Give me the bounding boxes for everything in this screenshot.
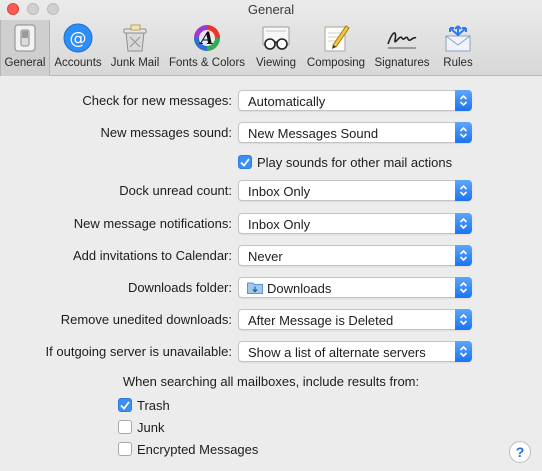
at-sign-icon: @ xyxy=(61,22,95,54)
svg-text:@: @ xyxy=(70,29,87,49)
tab-accounts[interactable]: @ Accounts xyxy=(50,20,106,76)
play-sounds-checkbox-row[interactable]: Play sounds for other mail actions xyxy=(238,152,452,172)
downloads-folder-row: Downloads folder: Downloads xyxy=(0,276,542,300)
tab-label: Viewing xyxy=(255,57,297,69)
tab-label: Signatures xyxy=(374,57,430,69)
popup-stepper-icon xyxy=(455,245,472,266)
outgoing-server-popup[interactable]: Show a list of alternate servers xyxy=(238,341,472,362)
invitations-popup[interactable]: Never xyxy=(238,245,472,266)
downloads-folder-label: Downloads folder: xyxy=(127,280,232,295)
trash-can-icon xyxy=(118,22,152,54)
sound-row: New messages sound: New Messages Sound xyxy=(0,121,542,145)
popup-stepper-icon xyxy=(455,90,472,111)
tab-rules[interactable]: Rules xyxy=(434,20,482,76)
notifications-popup[interactable]: Inbox Only xyxy=(238,213,472,234)
notifications-row: New message notifications: Inbox Only xyxy=(0,212,542,236)
popup-value: Automatically xyxy=(248,94,326,109)
trash-label: Trash xyxy=(137,397,170,413)
popup-stepper-icon xyxy=(455,309,472,330)
popup-value: Show a list of alternate servers xyxy=(248,345,426,360)
eyeglasses-icon xyxy=(259,22,293,54)
remove-downloads-row: Remove unedited downloads: After Message… xyxy=(0,308,542,332)
sound-popup[interactable]: New Messages Sound xyxy=(238,122,472,143)
tab-composing[interactable]: Composing xyxy=(302,20,370,76)
encrypted-checkbox[interactable] xyxy=(118,442,132,456)
tab-label: Rules xyxy=(443,57,473,69)
search-option-trash[interactable]: Trash xyxy=(118,395,170,415)
tab-signatures[interactable]: Signatures xyxy=(370,20,434,76)
font-color-wheel-icon: A xyxy=(190,22,224,54)
invitations-label: Add invitations to Calendar: xyxy=(73,248,232,263)
folder-icon xyxy=(247,282,263,294)
dock-unread-label: Dock unread count: xyxy=(119,183,232,198)
help-button[interactable]: ? xyxy=(509,441,531,463)
tab-label: Composing xyxy=(306,57,366,69)
sound-label: New messages sound: xyxy=(100,125,232,140)
junk-label: Junk xyxy=(137,419,165,435)
search-section-title: When searching all mailboxes, include re… xyxy=(122,374,420,389)
popup-stepper-icon xyxy=(455,180,472,201)
encrypted-label: Encrypted Messages xyxy=(137,441,259,457)
popup-stepper-icon xyxy=(455,277,472,298)
general-switch-icon xyxy=(8,22,42,54)
play-sounds-label: Play sounds for other mail actions xyxy=(257,154,453,170)
tab-label: General xyxy=(4,57,46,69)
search-option-encrypted[interactable]: Encrypted Messages xyxy=(118,439,258,459)
popup-value: Never xyxy=(248,249,283,264)
tab-junk-mail[interactable]: Junk Mail xyxy=(106,20,164,76)
popup-value: Inbox Only xyxy=(248,184,311,199)
preferences-tabs: General @ Accounts Junk Mail A Fonts & C… xyxy=(0,20,482,76)
outgoing-server-label: If outgoing server is unavailable: xyxy=(45,344,232,359)
dock-unread-popup[interactable]: Inbox Only xyxy=(238,180,472,201)
check-messages-row: Check for new messages: Automatically xyxy=(0,89,542,113)
tab-fonts-colors[interactable]: A Fonts & Colors xyxy=(164,20,250,76)
pencil-paper-icon xyxy=(319,22,353,54)
tab-viewing[interactable]: Viewing xyxy=(250,20,302,76)
play-sounds-checkbox[interactable] xyxy=(238,155,252,169)
popup-stepper-icon xyxy=(455,122,472,143)
svg-text:A: A xyxy=(198,29,213,49)
check-messages-label: Check for new messages: xyxy=(82,93,232,108)
tab-label: Fonts & Colors xyxy=(168,57,246,69)
check-messages-popup[interactable]: Automatically xyxy=(238,90,472,111)
trash-checkbox[interactable] xyxy=(118,398,132,412)
window-title: General xyxy=(247,2,295,17)
envelope-arrows-icon xyxy=(441,22,475,54)
popup-value: New Messages Sound xyxy=(248,126,379,141)
preferences-window: General General @ Accounts Junk Mail A F… xyxy=(0,0,542,471)
remove-downloads-popup[interactable]: After Message is Deleted xyxy=(238,309,472,330)
popup-value: Inbox Only xyxy=(248,217,311,232)
outgoing-server-row: If outgoing server is unavailable: Show … xyxy=(0,340,542,364)
junk-checkbox[interactable] xyxy=(118,420,132,434)
tab-label: Accounts xyxy=(54,57,102,69)
popup-stepper-icon xyxy=(455,341,472,362)
tab-general[interactable]: General xyxy=(0,20,50,76)
remove-downloads-label: Remove unedited downloads: xyxy=(60,312,232,327)
popup-stepper-icon xyxy=(455,213,472,234)
notifications-label: New message notifications: xyxy=(73,216,232,231)
search-option-junk[interactable]: Junk xyxy=(118,417,164,437)
window-toolbar: General General @ Accounts Junk Mail A F… xyxy=(0,0,542,76)
invitations-row: Add invitations to Calendar: Never xyxy=(0,244,542,268)
dock-unread-row: Dock unread count: Inbox Only xyxy=(0,179,542,203)
tab-label: Junk Mail xyxy=(110,57,160,69)
signature-icon xyxy=(385,22,419,54)
popup-value: After Message is Deleted xyxy=(248,313,394,328)
downloads-folder-popup[interactable]: Downloads xyxy=(238,277,472,298)
popup-value: Downloads xyxy=(267,281,332,296)
